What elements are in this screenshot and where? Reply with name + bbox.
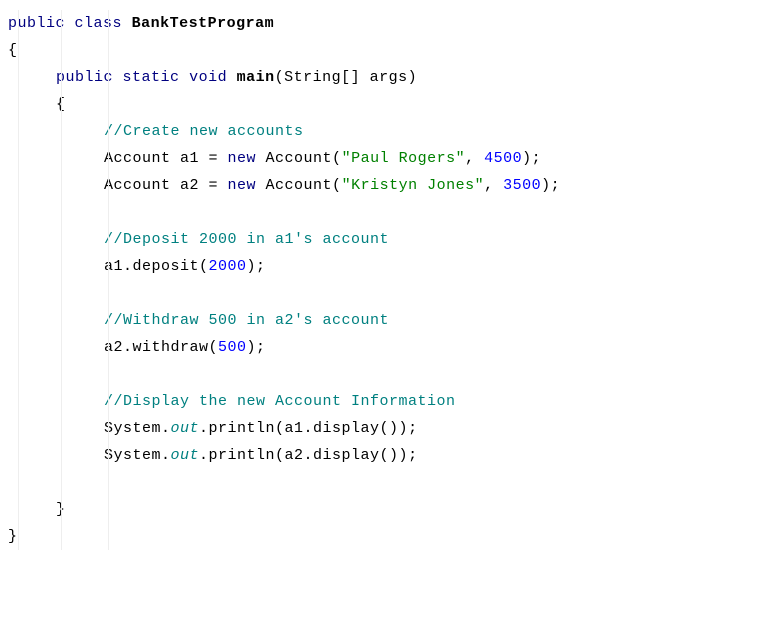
brace: }	[8, 528, 18, 545]
code-text: Account(	[256, 177, 342, 194]
blank-line	[8, 469, 768, 496]
comment: //Create new accounts	[104, 123, 304, 140]
indent-guide	[61, 10, 62, 550]
code-block: public class BankTestProgram { public st…	[8, 10, 768, 550]
code-text: ,	[465, 150, 484, 167]
code-line: //Withdraw 500 in a2's account	[8, 307, 768, 334]
code-text: System.	[104, 447, 171, 464]
code-text: Account a1 =	[104, 150, 228, 167]
keyword: class	[75, 15, 123, 32]
code-line: System.out.println(a1.display());	[8, 415, 768, 442]
code-line: //Display the new Account Information	[8, 388, 768, 415]
code-line: public static void main(String[] args)	[8, 64, 768, 91]
code-line: a2.withdraw(500);	[8, 334, 768, 361]
code-line: Account a2 = new Account("Kristyn Jones"…	[8, 172, 768, 199]
code-text: a2.withdraw(	[104, 339, 218, 356]
number-literal: 4500	[484, 150, 522, 167]
string-literal: "Kristyn Jones"	[342, 177, 485, 194]
code-text: );	[247, 339, 266, 356]
comment: //Display the new Account Information	[104, 393, 456, 410]
code-text: );	[522, 150, 541, 167]
code-line: {	[8, 37, 768, 64]
code-text: Account a2 =	[104, 177, 228, 194]
code-line: {	[8, 91, 768, 118]
code-line: //Deposit 2000 in a1's account	[8, 226, 768, 253]
keyword: new	[228, 150, 257, 167]
code-text: .println(a2.display());	[199, 447, 418, 464]
class-name: BankTestProgram	[132, 15, 275, 32]
code-line: Account a1 = new Account("Paul Rogers", …	[8, 145, 768, 172]
brace: {	[8, 42, 18, 59]
code-line: }	[8, 496, 768, 523]
code-line: System.out.println(a2.display());	[8, 442, 768, 469]
code-text: );	[541, 177, 560, 194]
comment: //Deposit 2000 in a1's account	[104, 231, 389, 248]
indent-guide	[108, 10, 109, 550]
string-literal: "Paul Rogers"	[342, 150, 466, 167]
keyword: static	[123, 69, 180, 86]
keyword: new	[228, 177, 257, 194]
static-field: out	[171, 447, 200, 464]
number-literal: 2000	[209, 258, 247, 275]
code-line: a1.deposit(2000);	[8, 253, 768, 280]
static-field: out	[171, 420, 200, 437]
keyword: public	[56, 69, 113, 86]
code-text: ,	[484, 177, 503, 194]
blank-line	[8, 280, 768, 307]
code-line: public class BankTestProgram	[8, 10, 768, 37]
code-text: Account(	[256, 150, 342, 167]
keyword: void	[189, 69, 227, 86]
code-text: a1.deposit(	[104, 258, 209, 275]
code-text: );	[247, 258, 266, 275]
code-line: //Create new accounts	[8, 118, 768, 145]
blank-line	[8, 199, 768, 226]
comment: //Withdraw 500 in a2's account	[104, 312, 389, 329]
keyword: public	[8, 15, 65, 32]
code-line: }	[8, 523, 768, 550]
number-literal: 3500	[503, 177, 541, 194]
params: (String[] args)	[275, 69, 418, 86]
indent-guide	[18, 10, 19, 550]
code-text: .println(a1.display());	[199, 420, 418, 437]
number-literal: 500	[218, 339, 247, 356]
method-name: main	[237, 69, 275, 86]
blank-line	[8, 361, 768, 388]
code-text: System.	[104, 420, 171, 437]
